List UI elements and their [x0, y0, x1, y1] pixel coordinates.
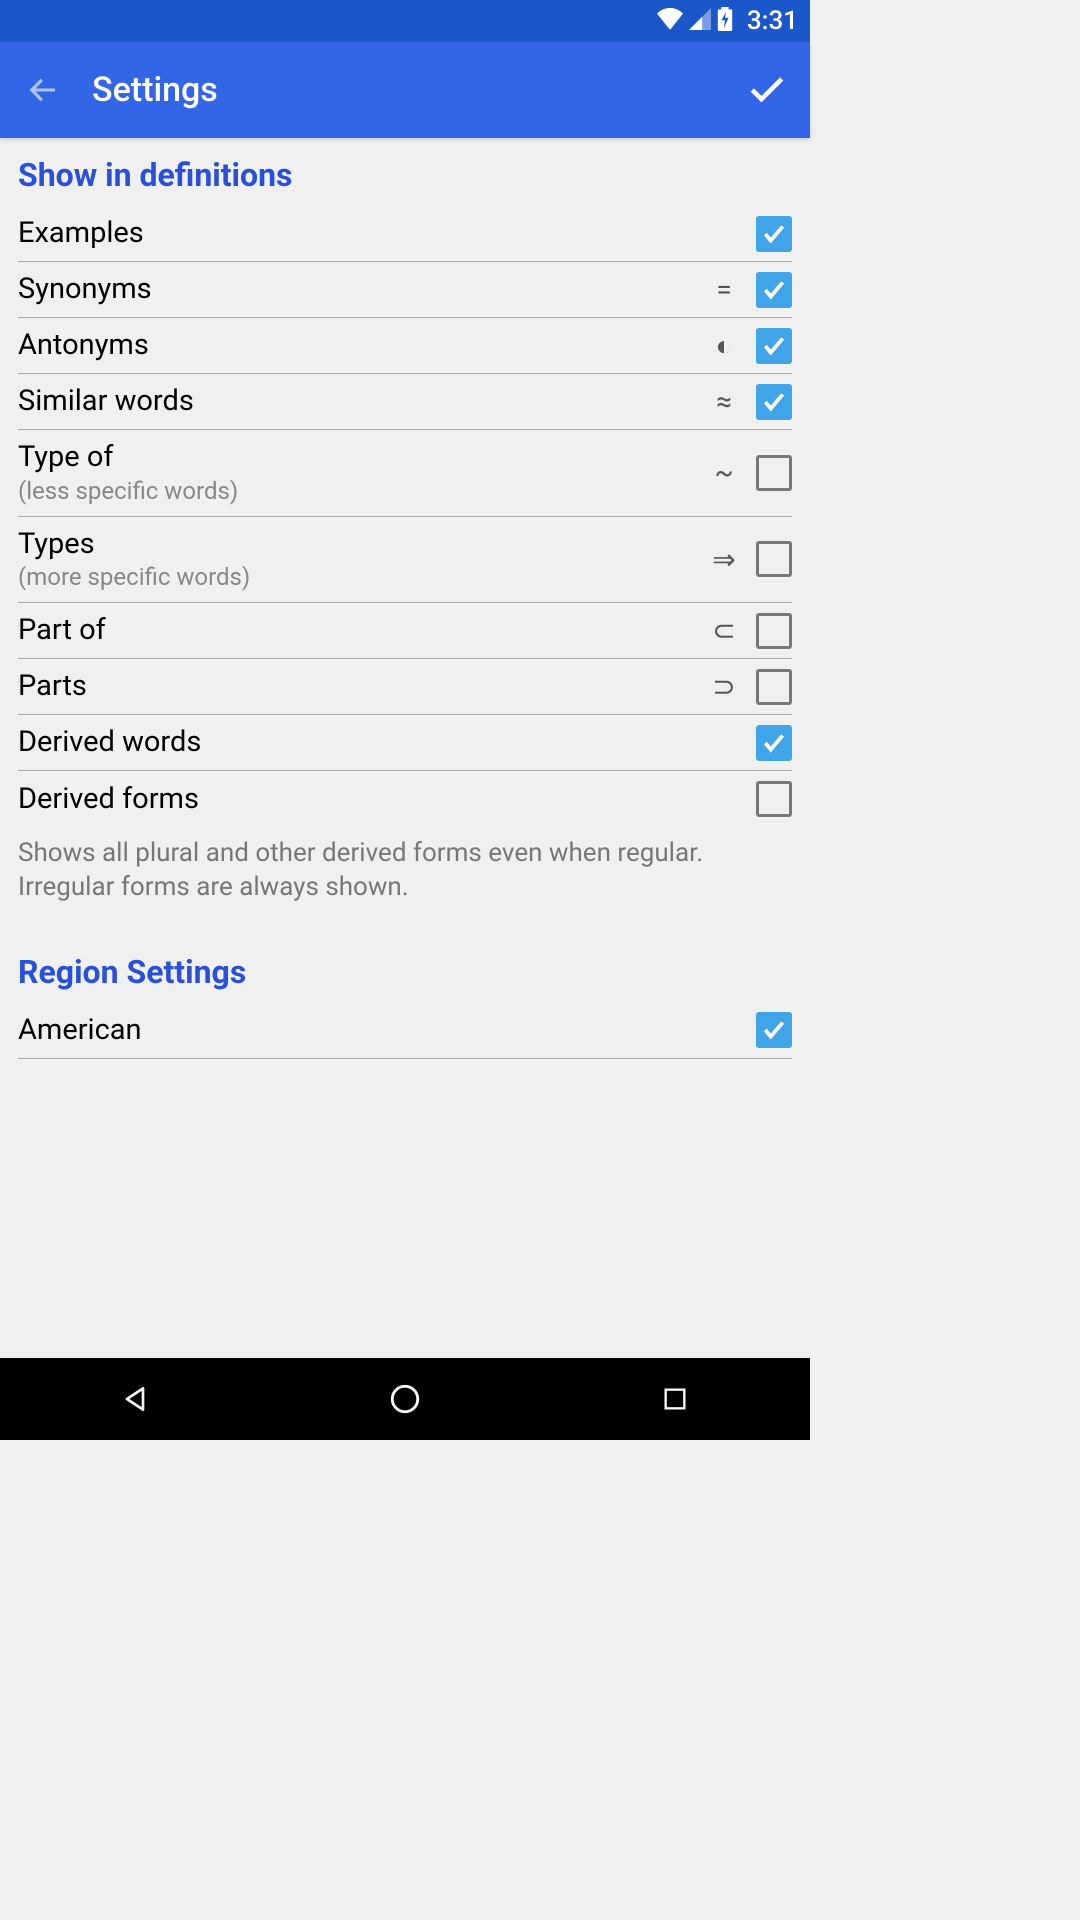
setting-symbol-icon: ⇒	[706, 543, 742, 576]
checkbox[interactable]	[756, 455, 792, 491]
checkbox[interactable]	[756, 725, 792, 761]
setting-label: Types	[18, 527, 706, 562]
status-time: 3:31	[747, 6, 798, 36]
helper-text: Shows all plural and other derived forms…	[18, 827, 792, 935]
setting-row[interactable]: Type of(less specific words)~	[18, 430, 792, 517]
back-button[interactable]	[18, 65, 68, 115]
setting-label: Examples	[18, 216, 756, 251]
content-area: Show in definitionsExamplesSynonyms=Anto…	[0, 138, 810, 1358]
setting-row[interactable]: Examples	[18, 206, 792, 262]
setting-row[interactable]: Synonyms=	[18, 262, 792, 318]
setting-label: American	[18, 1013, 756, 1048]
app-bar-title: Settings	[92, 70, 742, 110]
setting-row[interactable]: Derived words	[18, 715, 792, 771]
setting-row[interactable]: Derived forms	[18, 771, 792, 827]
setting-sublabel: (less specific words)	[18, 477, 706, 506]
setting-text: Types(more specific words)	[18, 521, 706, 599]
setting-label: Derived forms	[18, 782, 756, 817]
battery-charging-icon	[717, 7, 733, 35]
setting-row[interactable]: Types(more specific words)⇒	[18, 517, 792, 604]
setting-label: Part of	[18, 613, 706, 648]
setting-text: Derived forms	[18, 776, 756, 823]
app-bar: Settings	[0, 42, 810, 138]
confirm-button[interactable]	[742, 65, 792, 115]
setting-text: Part of	[18, 607, 706, 654]
checkbox[interactable]	[756, 272, 792, 308]
setting-sublabel: (more specific words)	[18, 563, 706, 592]
checkbox[interactable]	[756, 216, 792, 252]
setting-symbol-icon: ⊃	[706, 670, 742, 703]
setting-symbol-icon: ⊂	[706, 614, 742, 647]
checkbox[interactable]	[756, 328, 792, 364]
setting-symbol-icon: ~	[706, 456, 742, 489]
setting-text: Examples	[18, 210, 756, 257]
setting-symbol-icon: =	[706, 273, 742, 306]
checkbox[interactable]	[756, 613, 792, 649]
setting-row[interactable]: Parts⊃	[18, 659, 792, 715]
setting-text: Type of(less specific words)	[18, 434, 706, 512]
system-nav-bar	[0, 1358, 810, 1440]
setting-row[interactable]: Similar words≈	[18, 374, 792, 430]
setting-label: Antonyms	[18, 328, 706, 363]
setting-label: Parts	[18, 669, 706, 704]
setting-text: Parts	[18, 663, 706, 710]
nav-home-button[interactable]	[380, 1374, 430, 1424]
setting-row[interactable]: Part of⊂	[18, 603, 792, 659]
checkbox[interactable]	[756, 541, 792, 577]
setting-text: Derived words	[18, 719, 756, 766]
checkbox[interactable]	[756, 1012, 792, 1048]
setting-text: Antonyms	[18, 322, 706, 369]
section-header: Show in definitions	[18, 138, 792, 206]
setting-row[interactable]: Antonyms◐	[18, 318, 792, 374]
setting-text: Similar words	[18, 378, 706, 425]
setting-label: Similar words	[18, 384, 706, 419]
setting-symbol-icon: ◐	[706, 329, 742, 362]
wifi-icon	[657, 8, 683, 34]
setting-row[interactable]: American	[18, 1003, 792, 1059]
nav-recent-button[interactable]	[650, 1374, 700, 1424]
nav-back-button[interactable]	[110, 1374, 160, 1424]
setting-label: Synonyms	[18, 272, 706, 307]
setting-text: Synonyms	[18, 266, 706, 313]
checkbox[interactable]	[756, 384, 792, 420]
setting-label: Type of	[18, 440, 706, 475]
system-status-bar: 3:31	[0, 0, 810, 42]
setting-label: Derived words	[18, 725, 756, 760]
setting-text: American	[18, 1007, 756, 1054]
section-header: Region Settings	[18, 935, 792, 1003]
checkbox[interactable]	[756, 669, 792, 705]
signal-icon	[689, 8, 711, 34]
checkbox[interactable]	[756, 781, 792, 817]
setting-symbol-icon: ≈	[706, 385, 742, 418]
